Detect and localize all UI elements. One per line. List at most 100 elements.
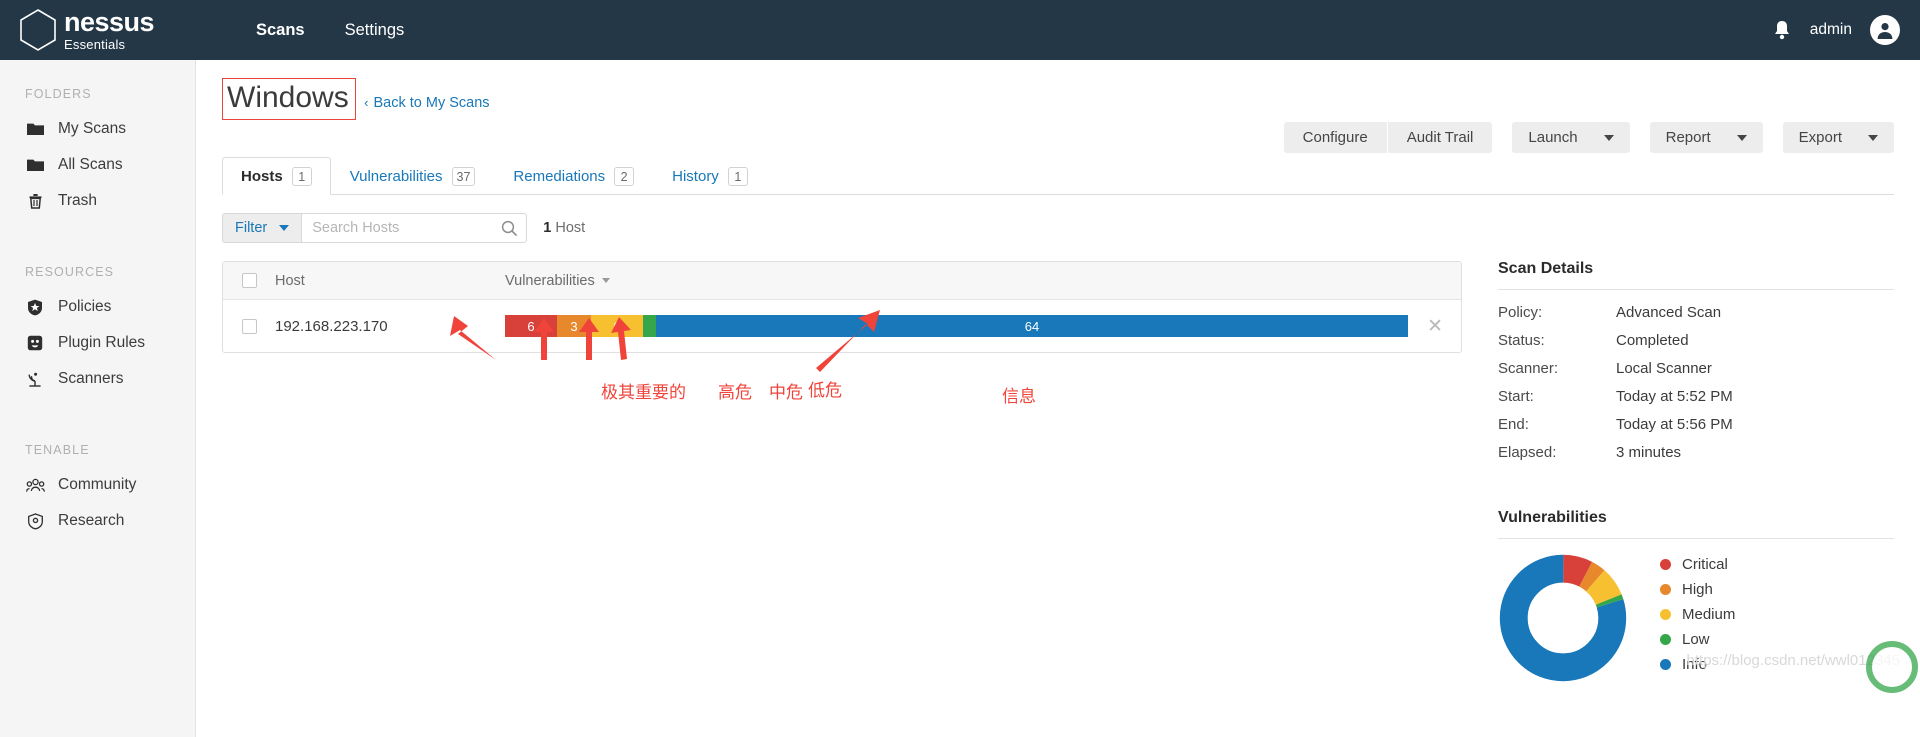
right-panel: Scan Details Policy: Advanced Scan Statu… <box>1498 260 1918 693</box>
detail-key: Policy: <box>1498 304 1543 321</box>
severity-segment-low[interactable] <box>643 315 656 337</box>
annotation-label-info: 信息 <box>1002 387 1036 407</box>
community-icon <box>24 478 46 493</box>
tab-count-badge: 1 <box>727 167 748 186</box>
topbar-right-cluster: admin <box>1772 0 1900 60</box>
tab-hosts[interactable]: Hosts 1 <box>222 157 331 195</box>
sidebar-item-policies[interactable]: Policies <box>0 289 195 325</box>
user-avatar-icon[interactable] <box>1870 15 1900 45</box>
sidebar-item-all-scans[interactable]: All Scans <box>0 147 195 183</box>
legend-swatch <box>1660 558 1671 570</box>
search-input[interactable] <box>302 214 527 242</box>
annotation-label-medium: 中危 <box>769 383 803 403</box>
sidebar-item-my-scans[interactable]: My Scans <box>0 111 195 147</box>
nav-item-settings[interactable]: Settings <box>345 21 405 40</box>
filter-row: Filter 1 Host <box>222 213 1920 243</box>
export-label: Export <box>1798 129 1842 146</box>
configure-button[interactable]: Configure <box>1283 122 1387 153</box>
chevron-down-icon <box>1868 134 1878 141</box>
folder-icon <box>24 158 46 172</box>
legend-label: Low <box>1682 630 1710 648</box>
detail-value: Today at 5:56 PM <box>1616 416 1733 433</box>
scan-detail-end: End: Today at 5:56 PM <box>1498 416 1894 433</box>
table-header-row: Host Vulnerabilities <box>223 262 1461 300</box>
column-header-host[interactable]: Host <box>275 273 505 289</box>
legend-label: Medium <box>1682 605 1736 623</box>
launch-label: Launch <box>1528 129 1578 146</box>
column-header-label: Vulnerabilities <box>505 272 595 289</box>
host-count-number: 1 <box>543 220 552 236</box>
detail-value: Today at 5:52 PM <box>1616 388 1733 405</box>
main-nav: Scans Settings <box>256 21 404 40</box>
vulnerabilities-title: Vulnerabilities <box>1498 509 1607 526</box>
sidebar: FOLDERS My Scans All Scans Trash RESOURC… <box>0 60 196 737</box>
launch-button[interactable]: Launch <box>1512 122 1630 153</box>
export-button[interactable]: Export <box>1782 122 1894 153</box>
scan-detail-scanner: Scanner: Local Scanner <box>1498 360 1894 377</box>
page-header: Windows ‹ Back to My Scans Configure Aud… <box>196 60 1920 153</box>
shield-star-icon <box>24 299 46 316</box>
tab-count-badge: 2 <box>614 167 635 186</box>
tab-label: History <box>672 168 719 185</box>
sidebar-item-research[interactable]: Research <box>0 503 195 539</box>
scan-detail-policy: Policy: Advanced Scan <box>1498 304 1894 321</box>
report-button[interactable]: Report <box>1649 122 1763 153</box>
legend-label: High <box>1682 580 1713 598</box>
detail-key: Scanner: <box>1498 360 1559 377</box>
legend-swatch <box>1660 658 1671 670</box>
tab-vulnerabilities[interactable]: Vulnerabilities 37 <box>331 157 495 195</box>
donut-slice-info[interactable] <box>1499 554 1627 682</box>
legend-label: Critical <box>1682 555 1728 573</box>
page-title: Windows <box>222 78 356 120</box>
tab-label: Hosts <box>241 168 283 185</box>
sidebar-item-scanners[interactable]: Scanners <box>0 361 195 397</box>
scan-detail-status: Status: Completed <box>1498 332 1894 349</box>
header-actions: Configure Audit Trail Launch Report Expo… <box>1283 122 1894 153</box>
severity-segment-info[interactable]: 64 <box>656 315 1408 337</box>
vulnerabilities-donut-chart[interactable] <box>1498 553 1628 683</box>
sidebar-section-resources: RESOURCES <box>25 265 115 279</box>
row-select-cell <box>223 318 275 334</box>
username-label[interactable]: admin <box>1810 21 1852 39</box>
sort-descending-icon <box>601 278 610 283</box>
brand-logo[interactable]: nessus Essentials <box>18 8 218 52</box>
sidebar-section-folders: FOLDERS <box>25 87 92 101</box>
sidebar-item-trash[interactable]: Trash <box>0 183 195 219</box>
sidebar-item-plugin-rules[interactable]: Plugin Rules <box>0 325 195 361</box>
divider <box>1498 289 1894 290</box>
host-address[interactable]: 192.168.223.170 <box>275 318 505 335</box>
sidebar-item-label: All Scans <box>58 156 123 173</box>
table-row[interactable]: 192.168.223.170 6 3 6 64 ✕ <box>223 300 1461 352</box>
severity-segment-critical[interactable]: 6 <box>505 315 557 337</box>
close-icon[interactable]: ✕ <box>1427 317 1443 336</box>
annotation-label-high: 高危 <box>718 383 752 403</box>
host-count-label: 1 Host <box>543 220 585 236</box>
column-header-vulnerabilities[interactable]: Vulnerabilities <box>505 273 610 289</box>
legend-item-medium: Medium <box>1660 606 1735 623</box>
chevron-down-icon <box>1603 134 1614 141</box>
nessus-hexagon-icon <box>20 9 56 51</box>
vulnerabilities-panel: Vulnerabilities Critical High Medium Low… <box>1498 509 1918 693</box>
detail-value: 3 minutes <box>1616 444 1682 461</box>
back-to-my-scans-link[interactable]: ‹ Back to My Scans <box>364 95 489 111</box>
severity-segment-high[interactable]: 3 <box>557 315 591 337</box>
tab-label: Remediations <box>513 168 606 185</box>
select-all-checkbox[interactable] <box>241 273 257 288</box>
annotation-label-critical: 极其重要的 <box>601 383 686 403</box>
tab-history[interactable]: History 1 <box>653 157 767 195</box>
watermark-badge <box>1866 641 1918 693</box>
search-icon[interactable] <box>501 220 518 237</box>
divider <box>1498 538 1894 539</box>
row-checkbox[interactable] <box>241 318 257 334</box>
audit-trail-button[interactable]: Audit Trail <box>1386 122 1493 153</box>
nav-item-scans[interactable]: Scans <box>256 21 305 40</box>
filter-dropdown-button[interactable]: Filter <box>222 213 302 243</box>
detail-value: Local Scanner <box>1616 360 1712 377</box>
tab-remediations[interactable]: Remediations 2 <box>494 157 653 195</box>
plugin-icon <box>24 335 46 351</box>
bell-icon[interactable] <box>1772 19 1792 41</box>
severity-segment-medium[interactable]: 6 <box>591 315 643 337</box>
filter-label: Filter <box>235 220 268 236</box>
sidebar-item-community[interactable]: Community <box>0 467 195 503</box>
tab-count-badge: 1 <box>291 167 312 186</box>
